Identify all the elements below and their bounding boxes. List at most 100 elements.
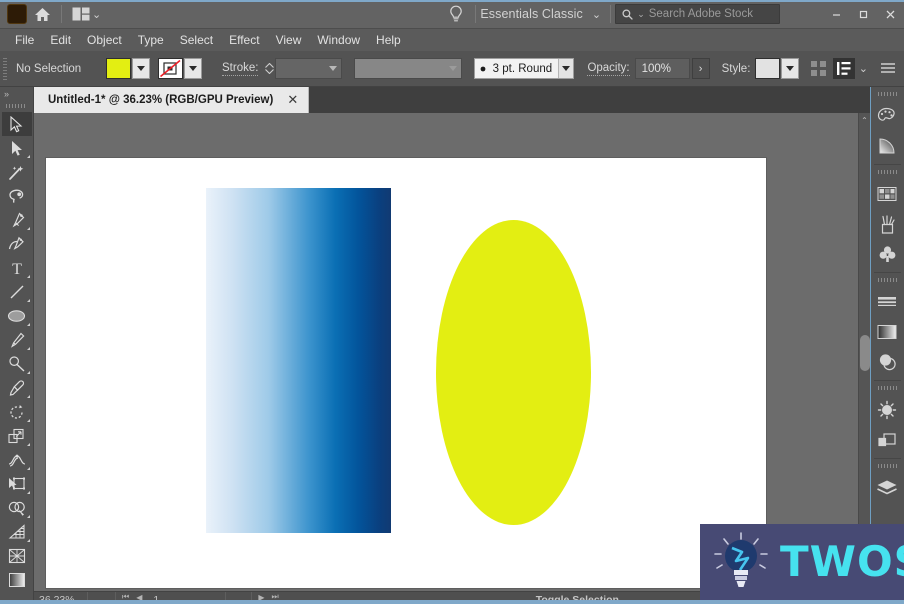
menu-item-effect[interactable]: Effect (221, 30, 267, 50)
layers-panel-icon[interactable] (871, 473, 903, 503)
search-adobe-stock-input[interactable]: ⌄ Search Adobe Stock (615, 4, 780, 24)
panel-options-icon[interactable] (880, 62, 896, 76)
transform-panel-icon[interactable] (833, 58, 855, 79)
document-tab[interactable]: Untitled-1* @ 36.23% (RGB/GPU Preview) ✕ (34, 87, 309, 113)
menu-item-view[interactable]: View (268, 30, 310, 50)
panel-group-grip-3[interactable] (878, 386, 898, 390)
color-panel-icon[interactable] (871, 101, 903, 131)
stroke-panel-icon[interactable] (871, 287, 903, 317)
close-button[interactable] (877, 0, 904, 28)
brush-definition-combo[interactable]: 3 pt. Round (474, 58, 574, 79)
menu-item-help[interactable]: Help (368, 30, 409, 50)
tools-panel-collapse-icon[interactable]: » (0, 87, 33, 101)
swatches-panel-icon[interactable] (871, 179, 903, 209)
panel-group-grip-1[interactable] (878, 170, 898, 174)
type-tool[interactable]: T (2, 256, 32, 280)
tool-more-indicator (27, 467, 30, 470)
brushes-panel-icon[interactable] (871, 209, 903, 239)
lasso-tool[interactable] (2, 184, 32, 208)
transform-chevron-down-icon[interactable]: ⌄ (859, 62, 868, 75)
align-objects-icon[interactable] (810, 60, 827, 77)
minimize-button[interactable] (823, 0, 850, 28)
magic-wand-tool[interactable] (2, 160, 32, 184)
opacity-input[interactable]: 100% (635, 58, 690, 79)
fill-color-swatch[interactable] (106, 58, 131, 79)
search-icon (622, 9, 633, 20)
search-placeholder: Search Adobe Stock (649, 8, 753, 20)
menu-item-object[interactable]: Object (79, 30, 130, 50)
selection-tool[interactable] (2, 112, 32, 136)
direct-selection-tool[interactable] (2, 136, 32, 160)
stroke-profile-combo[interactable] (354, 58, 462, 79)
stroke-swatch-dropdown[interactable] (184, 58, 202, 79)
panel-group-grip-4[interactable] (878, 464, 898, 468)
home-icon[interactable] (27, 1, 57, 27)
yellow-ellipse[interactable] (436, 220, 591, 525)
maximize-button[interactable] (850, 0, 877, 28)
search-chevron-down-icon[interactable]: ⌄ (637, 9, 645, 20)
tools-panel-grip[interactable] (6, 104, 26, 108)
workspace-chevron-down-icon[interactable]: ⌄ (592, 8, 601, 21)
width-tool[interactable] (2, 448, 32, 472)
shape-builder-tool[interactable] (2, 496, 32, 520)
panel-group-grip-2[interactable] (878, 278, 898, 282)
gradient-rectangle[interactable] (206, 188, 391, 533)
panel-dock-grip[interactable] (878, 92, 898, 96)
pen-tool[interactable] (2, 208, 32, 232)
opacity-expand-button[interactable]: › (692, 58, 710, 79)
ellipse-tool[interactable] (2, 304, 32, 328)
scale-tool[interactable] (2, 424, 32, 448)
titlebar-divider-2 (475, 5, 476, 23)
perspective-grid-tool[interactable] (2, 520, 32, 544)
brush-dot-icon (475, 66, 490, 72)
appearance-panel-icon[interactable] (871, 395, 903, 425)
menu-item-file[interactable]: File (7, 30, 42, 50)
gradient-panel-icon[interactable] (871, 317, 903, 347)
menu-item-select[interactable]: Select (172, 30, 221, 50)
free-transform-tool[interactable] (2, 472, 32, 496)
paintbrush-tool[interactable] (2, 328, 32, 352)
vertical-scrollbar[interactable]: ⌃ (858, 113, 870, 591)
stroke-weight-combo[interactable] (275, 58, 342, 79)
stroke-color-swatch[interactable] (158, 58, 183, 79)
twos-watermark: TWOS (700, 524, 904, 600)
fill-swatch-dropdown[interactable] (132, 58, 150, 79)
control-bar-grip[interactable] (3, 58, 7, 80)
transparency-panel-icon[interactable] (871, 347, 903, 377)
mesh-tool[interactable] (2, 544, 32, 568)
pathfinder-panel-icon[interactable] (871, 425, 903, 455)
document-tab-close-icon[interactable]: ✕ (285, 92, 300, 108)
menu-item-edit[interactable]: Edit (42, 30, 79, 50)
shaper-tool[interactable] (2, 352, 32, 376)
stroke-profile-chevron-down-icon[interactable] (445, 66, 461, 71)
menu-item-window[interactable]: Window (309, 30, 368, 50)
color-guide-panel-icon[interactable] (871, 131, 903, 161)
illustrator-window: ⌄ Essentials Classic ⌄ ⌄ Search Adobe St… (0, 0, 904, 604)
lightbulb-icon[interactable] (441, 1, 471, 27)
stroke-weight-label[interactable]: Stroke: (222, 62, 258, 76)
arrange-chevron-down-icon[interactable]: ⌄ (92, 8, 101, 21)
vertical-scrollbar-thumb[interactable] (860, 335, 870, 371)
app-logo-icon (7, 4, 27, 24)
canvas-area[interactable]: ⌃ (34, 113, 870, 591)
stroke-weight-chevron-down-icon[interactable] (325, 66, 341, 71)
graphic-style-dropdown[interactable] (781, 58, 799, 79)
scroll-up-icon[interactable]: ⌃ (859, 113, 870, 127)
curvature-tool[interactable] (2, 232, 32, 256)
opacity-label[interactable]: Opacity: (587, 62, 629, 76)
brush-definition-chevron-down-icon[interactable] (558, 59, 573, 78)
symbols-panel-icon[interactable] (871, 239, 903, 269)
rotate-tool[interactable] (2, 400, 32, 424)
artboard[interactable] (46, 158, 766, 588)
dock-divider-2 (874, 272, 901, 273)
tool-more-indicator (27, 371, 30, 374)
graphic-style-swatch[interactable] (755, 58, 780, 79)
dock-divider-4 (874, 458, 901, 459)
title-accent-line (0, 0, 904, 2)
eyedropper-tool[interactable] (2, 376, 32, 400)
menu-item-type[interactable]: Type (130, 30, 172, 50)
stroke-weight-stepper[interactable] (263, 58, 275, 79)
line-segment-tool[interactable] (2, 280, 32, 304)
workspace-switcher-label[interactable]: Essentials Classic (480, 7, 583, 21)
gradient-tool[interactable] (2, 568, 32, 592)
